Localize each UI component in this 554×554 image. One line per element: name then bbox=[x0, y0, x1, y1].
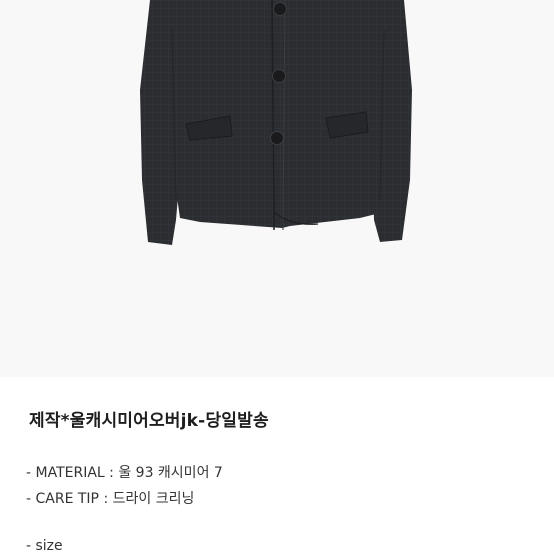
product-photo bbox=[0, 0, 554, 377]
size-label: - size bbox=[26, 538, 63, 554]
material-line: - MATERIAL : 울 93 캐시미어 7 bbox=[26, 462, 223, 482]
care-tip-label: - CARE TIP : bbox=[26, 491, 113, 507]
button-middle bbox=[272, 69, 286, 83]
jacket-image bbox=[140, 0, 412, 245]
material-value: 울 93 캐시미어 7 bbox=[118, 465, 223, 481]
button-bottom bbox=[270, 131, 284, 145]
size-line: - size bbox=[26, 538, 63, 554]
care-tip-line: - CARE TIP : 드라이 크리닝 bbox=[26, 488, 194, 508]
material-label: - MATERIAL : bbox=[26, 465, 119, 481]
button-top bbox=[273, 2, 287, 16]
product-title: 제작*울캐시미어오버jk-당일발송 bbox=[29, 411, 269, 431]
care-tip-value: 드라이 크리닝 bbox=[112, 491, 195, 507]
